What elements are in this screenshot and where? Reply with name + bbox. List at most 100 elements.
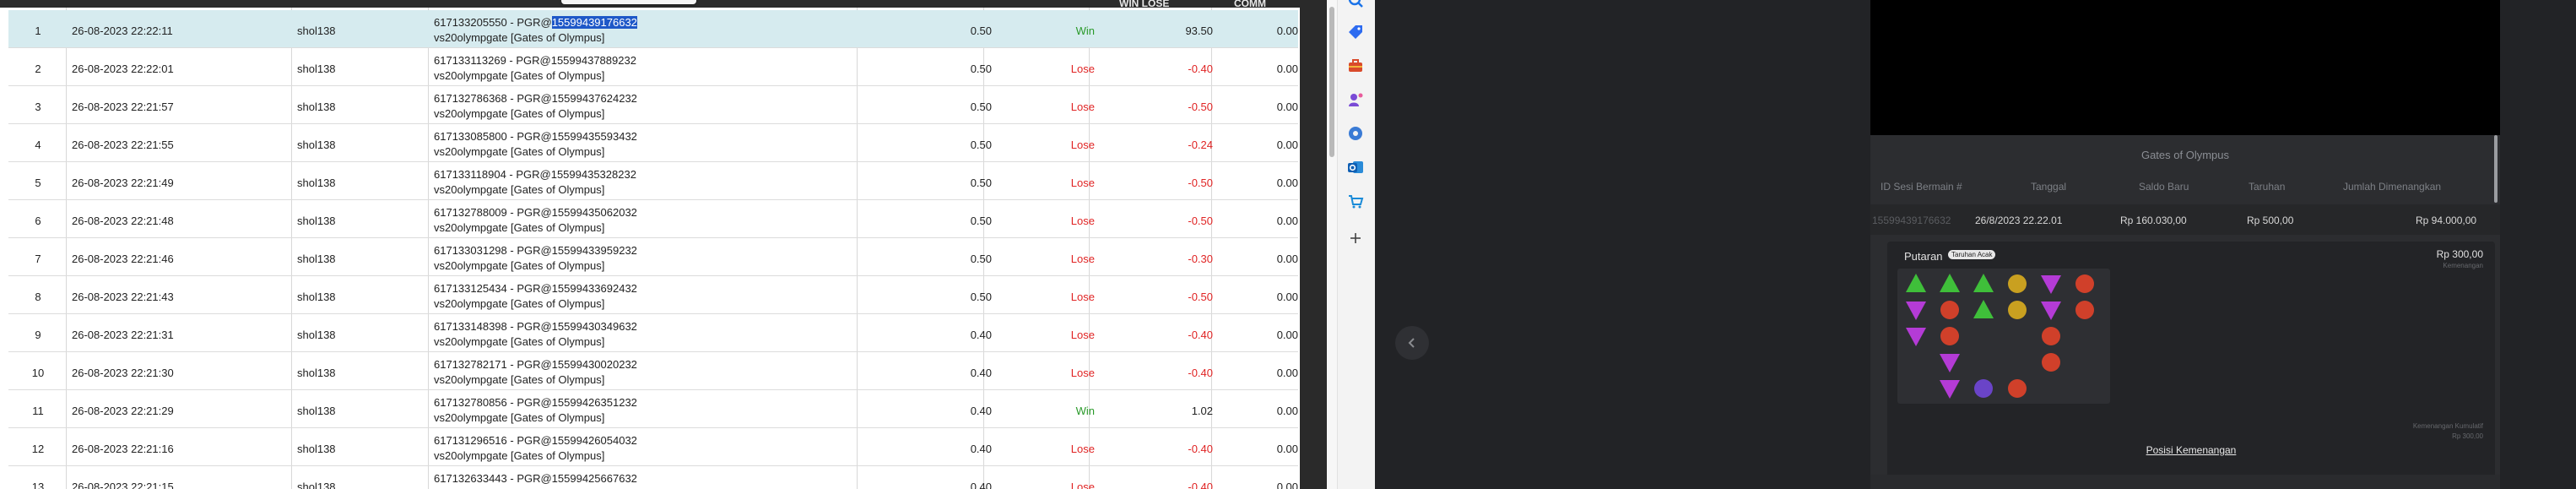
row-game-name: vs20olympgate [Gates of Olympus] xyxy=(434,373,605,386)
transaction-id-text: 617132786368 - PGR@15599437624232 xyxy=(434,92,637,105)
row-game-info: 617133148398 - PGR@15599430349632 vs20oly… xyxy=(434,319,637,350)
row-username: shol138 xyxy=(297,291,336,303)
row-transaction-id: 617133085800 - PGR@15599435593432 xyxy=(434,129,637,144)
row-username: shol138 xyxy=(297,62,336,75)
row-date: 26-08-2023 22:21:30 xyxy=(72,367,174,379)
purple-gem-icon xyxy=(1940,380,1960,399)
row-game-info: 617132788009 - PGR@15599435062032 vs20oly… xyxy=(434,205,637,236)
row-game-name: vs20olympgate [Gates of Olympus] xyxy=(434,145,605,158)
row-game-name: vs20olympgate [Gates of Olympus] xyxy=(434,221,605,234)
row-username: shol138 xyxy=(297,139,336,151)
row-win-lose-amount: 1.02 xyxy=(1191,405,1213,417)
row-commission: 0.00 xyxy=(1276,291,1298,303)
row-commission: 0.00 xyxy=(1276,215,1298,227)
shopping-icon[interactable] xyxy=(1346,192,1365,210)
add-icon[interactable] xyxy=(1346,229,1365,247)
row-game-name: vs20olympgate [Gates of Olympus] xyxy=(434,297,605,310)
chevron-left-icon xyxy=(1408,338,1415,348)
header-win-amount: Jumlah Dimenangkan xyxy=(2343,181,2442,193)
transaction-id-text: 617131296516 - PGR@15599426054032 xyxy=(434,434,637,447)
outlook-icon[interactable] xyxy=(1346,158,1365,177)
value-win-amount: Rp 94.000,00 xyxy=(2416,215,2477,226)
row-win-lose-amount: -0.30 xyxy=(1188,253,1213,265)
transaction-id-text: 617133085800 - PGR@15599435593432 xyxy=(434,130,637,143)
row-commission: 0.00 xyxy=(1276,481,1298,489)
table-row[interactable]: 9 26-08-2023 22:21:31 shol138 617133148398 … xyxy=(8,314,1298,352)
row-win-lose-amount: -0.50 xyxy=(1188,291,1213,303)
row-win-lose-amount: -0.50 xyxy=(1188,215,1213,227)
row-bet: 0.40 xyxy=(970,405,992,417)
row-transaction-id: 617132788009 - PGR@15599435062032 xyxy=(434,205,637,220)
table-row[interactable]: 3 26-08-2023 22:21:57 shol138 617132786368 … xyxy=(8,86,1298,124)
settings-icon[interactable] xyxy=(1346,124,1365,143)
row-game-name: vs20olympgate [Gates of Olympus] xyxy=(434,411,605,424)
row-bet: 0.50 xyxy=(970,177,992,189)
table-row[interactable]: 5 26-08-2023 22:21:49 shol138 617133118904 … xyxy=(8,162,1298,200)
row-game-info: 617133125434 - PGR@15599433692432 vs20oly… xyxy=(434,281,637,312)
row-number: 1 xyxy=(35,24,41,37)
row-game-name: vs20olympgate [Gates of Olympus] xyxy=(434,259,605,272)
reel-grid xyxy=(1897,269,2110,404)
game-video-area xyxy=(1870,0,2500,135)
table-row[interactable]: 2 26-08-2023 22:22:01 shol138 617133113269 … xyxy=(8,48,1298,86)
purple-gem-icon xyxy=(2041,275,2061,294)
table-row[interactable]: 10 26-08-2023 22:21:30 shol138 617132782171… xyxy=(8,352,1298,390)
table-row[interactable]: 11 26-08-2023 22:21:29 shol138 617132780856… xyxy=(8,390,1298,428)
row-commission: 0.00 xyxy=(1276,367,1298,379)
table-row[interactable]: 6 26-08-2023 22:21:48 shol138 617132788009 … xyxy=(8,200,1298,238)
panel-footer xyxy=(1870,475,2500,489)
table-scrollbar-thumb[interactable] xyxy=(1329,7,1334,157)
transaction-id-text: 617133118904 - PGR@15599435328232 xyxy=(434,168,636,181)
row-commission: 0.00 xyxy=(1276,405,1298,417)
row-status: Lose xyxy=(1070,367,1095,379)
row-status: Lose xyxy=(1070,177,1095,189)
purple-gem-icon xyxy=(1906,328,1926,346)
row-game-name: vs20olympgate [Gates of Olympus] xyxy=(434,449,605,462)
row-number: 9 xyxy=(35,329,41,341)
bet-history-pane: WIN LOSE COMM 1 26-08-2023 22:22:11 shol13… xyxy=(0,0,1300,489)
panel-scrollbar-thumb[interactable] xyxy=(2494,135,2498,203)
table-row[interactable]: 7 26-08-2023 22:21:46 shol138 617133031298 … xyxy=(8,238,1298,276)
row-win-lose-amount: -0.40 xyxy=(1188,481,1213,489)
row-game-name: vs20olympgate [Gates of Olympus] xyxy=(434,335,605,348)
row-number: 4 xyxy=(35,139,41,151)
table-row[interactable]: 1 26-08-2023 22:22:11 shol138 617133205550 … xyxy=(8,10,1298,48)
selected-text[interactable]: 15599439176632 xyxy=(551,16,637,29)
row-username: shol138 xyxy=(297,253,336,265)
transaction-id-text: 617133148398 - PGR@15599430349632 xyxy=(434,320,637,333)
search-icon[interactable] xyxy=(1346,0,1365,9)
table-row[interactable]: 8 26-08-2023 22:21:43 shol138 617133125434 … xyxy=(8,276,1298,314)
toolbox-icon[interactable] xyxy=(1346,57,1365,75)
spin-detail-card: Putaran Taruhan Acak Rp 300,00 Kemenanga… xyxy=(1887,242,2495,482)
row-date: 26-08-2023 22:21:43 xyxy=(72,291,174,303)
row-commission: 0.00 xyxy=(1276,177,1298,189)
transaction-id-text: 617132788009 - PGR@15599435062032 xyxy=(434,206,637,219)
winning-positions-link[interactable]: Posisi Kemenangan xyxy=(1887,444,2495,456)
row-date: 26-08-2023 22:21:48 xyxy=(72,215,174,227)
row-game-info: 617133118904 - PGR@15599435328232 vs20oly… xyxy=(434,167,636,198)
table-row[interactable]: 4 26-08-2023 22:21:55 shol138 617133085800 … xyxy=(8,124,1298,162)
games-icon[interactable] xyxy=(1346,90,1365,109)
row-number: 7 xyxy=(35,253,41,265)
header-date: Tanggal xyxy=(2031,181,2067,193)
table-row[interactable]: 12 26-08-2023 22:21:16 shol138 617131296516… xyxy=(8,428,1298,466)
red-orb-icon xyxy=(1940,301,1959,319)
purple-gem-icon xyxy=(1940,354,1960,372)
row-commission: 0.00 xyxy=(1276,139,1298,151)
table-row[interactable]: 13 26-08-2023 22:21:15 shol138 617132633443… xyxy=(8,466,1298,489)
row-username: shol138 xyxy=(297,443,336,455)
reel-symbols xyxy=(1906,274,2094,399)
red-orb-icon xyxy=(2042,353,2060,372)
row-commission: 0.00 xyxy=(1276,329,1298,341)
row-game-info: 617133085800 - PGR@15599435593432 vs20oly… xyxy=(434,129,637,160)
row-commission: 0.00 xyxy=(1276,62,1298,75)
purple-gem-icon xyxy=(2041,302,2061,320)
row-username: shol138 xyxy=(297,367,336,379)
previous-button[interactable] xyxy=(1395,326,1429,360)
header-win-lose: WIN LOSE xyxy=(1119,0,1170,9)
tag-icon[interactable] xyxy=(1346,23,1365,41)
row-status: Win xyxy=(1075,405,1095,417)
row-bet: 0.50 xyxy=(970,215,992,227)
row-status: Lose xyxy=(1070,215,1095,227)
spin-badge: Taruhan Acak xyxy=(1948,250,1996,259)
